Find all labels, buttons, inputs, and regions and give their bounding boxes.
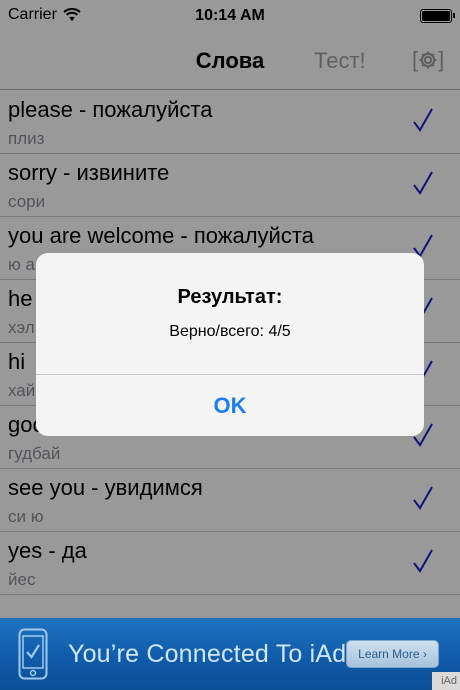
iad-banner[interactable]: You’re Connected To iAd Learn More › iAd (0, 618, 460, 690)
phone-check-icon (18, 628, 48, 680)
iad-badge: iAd (432, 672, 460, 690)
ok-button[interactable]: OK (36, 375, 424, 436)
alert-message: Верно/всего: 4/5 (169, 323, 291, 340)
alert-title: Результат: (177, 286, 283, 308)
ad-text: You’re Connected To iAd (68, 640, 347, 668)
result-alert: Результат: Верно/всего: 4/5 OK (36, 253, 424, 436)
learn-more-button[interactable]: Learn More › (346, 640, 439, 668)
